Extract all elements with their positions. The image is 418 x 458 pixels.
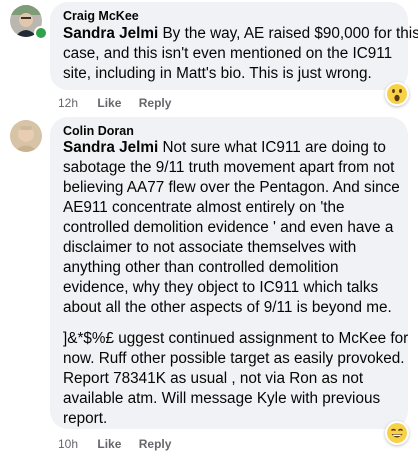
grin-emoji-icon [387, 423, 407, 443]
comment-author[interactable]: Colin Doran [63, 124, 134, 138]
reply-button[interactable]: Reply [139, 437, 172, 451]
comment-line: Sandra Jelmi By the way, AE raised $90,0… [63, 24, 418, 44]
comment-line: believing AA77 flew over the Pentagon. A… [63, 179, 400, 196]
like-button[interactable]: Like [97, 96, 121, 110]
mention-link[interactable]: Sandra Jelmi [63, 25, 158, 42]
reaction-badge[interactable] [385, 421, 409, 445]
wow-emoji-icon [387, 84, 407, 104]
comment-line: anything other than controlled demolitio… [63, 259, 339, 276]
comment-line: sabotage the 9/11 truth movement apart f… [63, 159, 395, 176]
comment-timestamp[interactable]: 10h [58, 437, 78, 451]
like-button[interactable]: Like [97, 437, 121, 451]
comment-author[interactable]: Craig McKee [63, 9, 139, 23]
comment-line: report. [63, 410, 108, 427]
reply-button[interactable]: Reply [139, 96, 172, 110]
comment-line-text: By the way, AE raised $90,000 for this [158, 25, 418, 42]
online-status-dot [34, 26, 48, 40]
comment-line: now. Ruff other possible target as easil… [63, 350, 405, 367]
comment-text-paragraph-2: ]&*$%£ uggest continued assignment to Mc… [63, 329, 408, 429]
comment-actions: 10h Like Reply [58, 437, 185, 451]
comment-line: available atm. Will message Kyle with pr… [63, 390, 381, 407]
comment-line-text: Not sure what IC911 are doing to [158, 139, 386, 156]
comment-line: AE911 concentrate almost entirely on 'th… [63, 199, 345, 216]
mention-link[interactable]: Sandra Jelmi [63, 139, 158, 156]
comment-line: ]&*$%£ uggest continued assignment to Mc… [63, 330, 409, 347]
avatar[interactable] [10, 120, 42, 152]
comment-line: controlled demolition evidence ' and eve… [63, 219, 394, 236]
comment-actions: 12h Like Reply [58, 96, 185, 110]
reaction-badge[interactable] [385, 82, 409, 106]
comment-line: site, including in Matt's bio. This is j… [63, 65, 372, 82]
comment-line: evidence, why they object to IC911 which… [63, 279, 379, 296]
comment-line: Sandra Jelmi Not sure what IC911 are doi… [63, 138, 400, 158]
comment-timestamp[interactable]: 12h [58, 96, 78, 110]
comment-text: Sandra Jelmi By the way, AE raised $90,0… [63, 24, 418, 84]
comment-line: case, and this isn't even mentioned on t… [63, 45, 393, 62]
comment-line: Report 78341K as usual , not via Ron as … [63, 370, 364, 387]
comment-text: Sandra Jelmi Not sure what IC911 are doi… [63, 138, 400, 318]
comment-line: disclaimer to not associate themselves w… [63, 239, 357, 256]
comment-line: about all the other aspects of 9/11 is b… [63, 299, 392, 316]
avatar-colin-image [10, 120, 42, 152]
